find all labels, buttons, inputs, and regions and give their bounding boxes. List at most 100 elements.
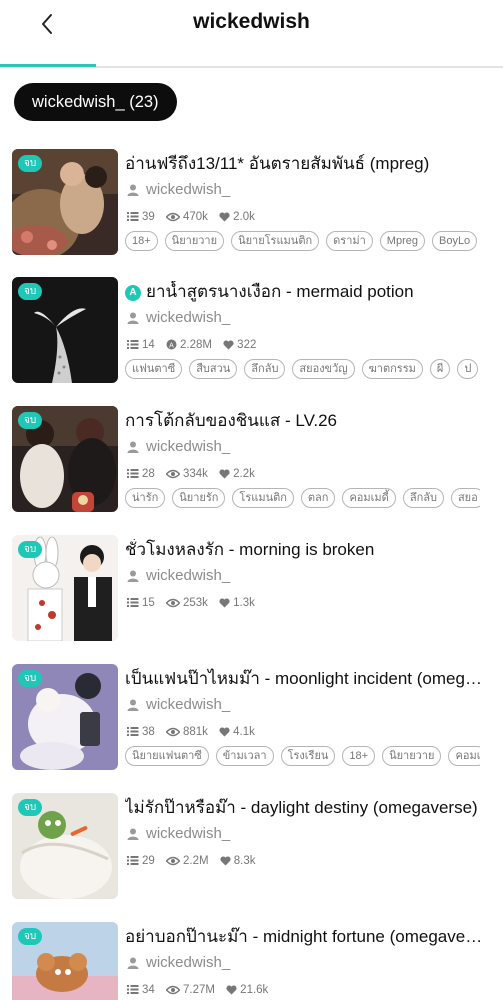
story-item[interactable]: จบ A ยาน้ำสูตรนางเงือก - mermaid potion w… — [0, 277, 503, 387]
tag-chip[interactable]: คอมเมดี้ — [342, 488, 396, 508]
story-author[interactable]: wickedwish_ — [127, 567, 230, 587]
tag-chip[interactable]: สยอ — [450, 488, 480, 508]
completed-badge: จบ — [18, 670, 43, 687]
completed-badge: จบ — [18, 283, 43, 300]
tag-chip[interactable]: โรงเรียน — [280, 746, 336, 766]
like-count: 2.0k — [233, 211, 255, 223]
author-filter-chip[interactable]: wickedwish_ (23) — [14, 83, 177, 121]
story-author[interactable]: wickedwish_ — [127, 696, 230, 716]
tag-chip[interactable]: สยองขวัญ — [292, 359, 355, 379]
person-icon — [127, 957, 139, 969]
story-author[interactable]: wickedwish_ — [127, 309, 230, 329]
story-title-text: ยาน้ำสูตรนางเงือก - mermaid potion — [146, 282, 414, 301]
story-author[interactable]: wickedwish_ — [127, 954, 230, 974]
tag-chip[interactable]: Mpreg — [379, 231, 425, 251]
tag-chip[interactable]: นิยายวาย — [382, 746, 442, 766]
eye-icon — [165, 212, 181, 222]
story-title[interactable]: อ่านฟรีถึง13/11* อันตรายสัมพันธ์ (mpreg) — [125, 153, 485, 175]
tag-chip[interactable]: นิยายแฟนตาซี — [125, 746, 209, 766]
view-count: 253k — [183, 597, 208, 609]
story-item[interactable]: จบ อย่าบอกป๊านะม๊า - midnight fortune (o… — [0, 922, 503, 1000]
tag-chip[interactable]: แฟนตาซี — [125, 359, 183, 379]
story-item[interactable]: จบ อ่านฟรีถึง13/11* อันตรายสัมพันธ์ (mpr… — [0, 149, 503, 259]
story-stats: 38 881k 4.1k — [127, 726, 263, 742]
tag-chip[interactable]: 18+ — [342, 746, 376, 766]
story-author[interactable]: wickedwish_ — [127, 181, 230, 201]
view-count: 334k — [183, 468, 208, 480]
story-title[interactable]: A ยาน้ำสูตรนางเงือก - mermaid potion — [125, 281, 485, 303]
like-count: 322 — [237, 339, 257, 351]
heart-icon — [219, 212, 230, 222]
tag-chip[interactable]: นิยายโรแมนติก — [231, 231, 320, 251]
story-cover-image: จบ — [12, 535, 118, 641]
story-stats: 15 253k 1.3k — [127, 597, 263, 613]
chapter-count: 34 — [142, 984, 155, 996]
eye-icon — [165, 727, 181, 737]
chapter-count: 28 — [142, 468, 155, 480]
author-name: wickedwish_ — [146, 954, 231, 971]
chapter-count: 38 — [142, 726, 155, 738]
story-cover-image: จบ — [12, 922, 118, 1000]
heart-icon — [219, 727, 230, 737]
svg-text:A: A — [169, 342, 174, 349]
author-name: wickedwish_ — [146, 438, 231, 455]
person-icon — [127, 441, 139, 453]
tag-chip[interactable]: ผี — [429, 359, 451, 379]
story-title[interactable]: ไม่รักป๊าหรือม๊า - daylight destiny (ome… — [125, 797, 485, 819]
tag-chip[interactable]: ลึกลับ — [402, 488, 444, 508]
like-count: 21.6k — [240, 984, 269, 996]
story-stats: 34 7.27M 21.6k — [127, 984, 276, 1000]
heart-icon — [223, 340, 234, 350]
story-author[interactable]: wickedwish_ — [127, 825, 230, 845]
completed-badge: จบ — [18, 155, 43, 172]
tag-chip[interactable]: นิยายรัก — [172, 488, 226, 508]
tag-chip[interactable]: น่ารัก — [125, 488, 166, 508]
person-icon — [127, 312, 139, 324]
tag-chip[interactable]: BoyLo — [431, 231, 478, 251]
tag-chip[interactable]: ป — [457, 359, 479, 379]
tag-chip[interactable]: สืบสวน — [189, 359, 238, 379]
tag-chip[interactable]: โรแมนติก — [232, 488, 294, 508]
story-cover-image: จบ — [12, 149, 118, 255]
chapter-count: 29 — [142, 855, 155, 867]
view-count: 881k — [183, 726, 208, 738]
story-item[interactable]: จบ ชั่วโมงหลงรัก - morning is broken wic… — [0, 535, 503, 645]
tag-chip[interactable]: คอมเ — [448, 746, 480, 766]
tab-underline-indicator — [0, 64, 96, 67]
tag-chip[interactable]: 18+ — [125, 231, 158, 251]
author-name: wickedwish_ — [146, 181, 231, 198]
like-count: 1.3k — [233, 597, 255, 609]
author-name: wickedwish_ — [146, 567, 231, 584]
tag-chip[interactable]: ดราม่า — [326, 231, 373, 251]
author-name: wickedwish_ — [146, 696, 231, 713]
story-item[interactable]: จบ การโต้กลับของชินแส - LV.26 wickedwish… — [0, 406, 503, 516]
story-item[interactable]: จบ ไม่รักป๊าหรือม๊า - daylight destiny (… — [0, 793, 503, 903]
story-title[interactable]: เป็นแฟนป๊าไหมม๊า - moonlight incident (o… — [125, 668, 485, 690]
story-title[interactable]: อย่าบอกป๊านะม๊า - midnight fortune (omeg… — [125, 926, 485, 948]
eye-icon — [165, 856, 181, 866]
award-views-icon: A — [166, 339, 177, 350]
list-icon — [127, 985, 139, 994]
heart-icon — [219, 598, 230, 608]
person-icon — [127, 699, 139, 711]
story-item[interactable]: จบ เป็นแฟนป๊าไหมม๊า - moonlight incident… — [0, 664, 503, 774]
story-author[interactable]: wickedwish_ — [127, 438, 230, 458]
tag-chip[interactable]: นิยายวาย — [164, 231, 225, 251]
person-icon — [127, 184, 139, 196]
story-title[interactable]: ชั่วโมงหลงรัก - morning is broken — [125, 539, 485, 561]
story-stats: 29 2.2M 8.3k — [127, 855, 264, 871]
tag-chip[interactable]: ข้ามเวลา — [215, 746, 274, 766]
tag-chip[interactable]: ฆาตกรรม — [361, 359, 423, 379]
completed-badge: จบ — [18, 928, 43, 945]
author-name: wickedwish_ — [146, 825, 231, 842]
story-stats: 28 334k 2.2k — [127, 468, 263, 484]
story-title[interactable]: การโต้กลับของชินแส - LV.26 — [125, 410, 485, 432]
heart-icon — [220, 856, 231, 866]
person-icon — [127, 828, 139, 840]
tag-chip[interactable]: ตลก — [300, 488, 336, 508]
heart-icon — [226, 985, 237, 995]
tag-list: แฟนตาซี สืบสวน ลึกลับ สยองขวัญ ฆาตกรรม ผี ป — [125, 359, 480, 381]
view-count: 2.2M — [183, 855, 209, 867]
tag-chip[interactable]: ลึกลับ — [244, 359, 286, 379]
view-count: 2.28M — [180, 339, 212, 351]
